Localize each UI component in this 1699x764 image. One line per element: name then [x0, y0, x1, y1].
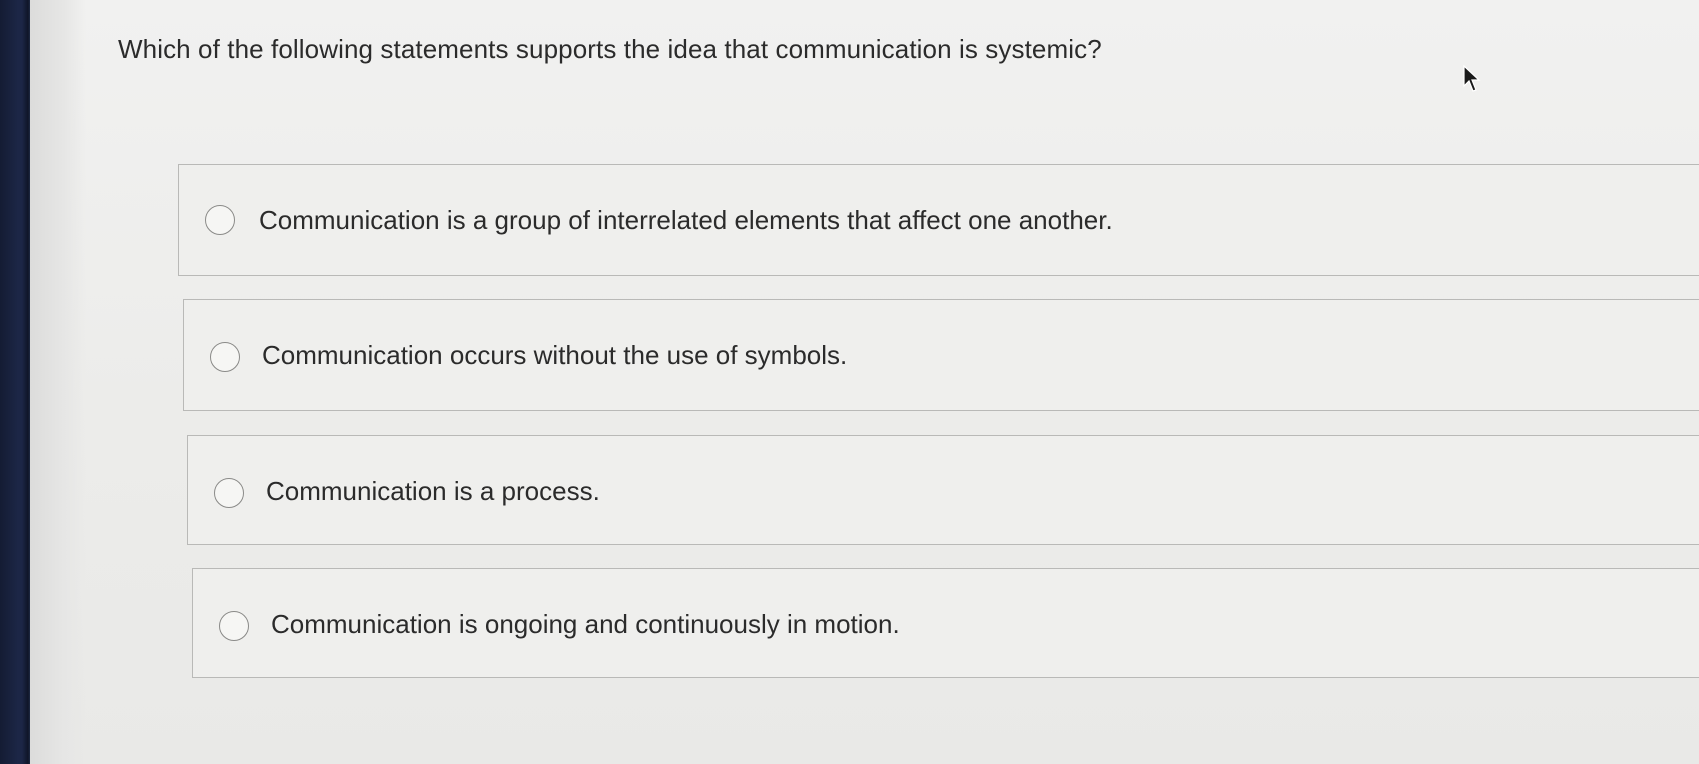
- question-text: Which of the following statements suppor…: [118, 34, 1102, 64]
- answer-option-4[interactable]: Communication is ongoing and continuousl…: [192, 568, 1699, 678]
- screen: Which of the following statements suppor…: [0, 0, 1699, 764]
- answer-option-label: Communication is ongoing and continuousl…: [271, 609, 900, 639]
- radio-button-icon[interactable]: [205, 205, 235, 235]
- radio-button-icon[interactable]: [214, 478, 244, 508]
- answer-option-label: Communication occurs without the use of …: [262, 340, 848, 370]
- answer-option-2[interactable]: Communication occurs without the use of …: [183, 299, 1699, 411]
- answer-option-label: Communication is a group of interrelated…: [259, 205, 1113, 235]
- quiz-page: Which of the following statements suppor…: [30, 0, 1699, 764]
- answer-option-1[interactable]: Communication is a group of interrelated…: [178, 164, 1699, 276]
- answer-option-3[interactable]: Communication is a process.: [187, 435, 1699, 545]
- radio-button-icon[interactable]: [210, 342, 240, 372]
- radio-button-icon[interactable]: [219, 611, 249, 641]
- answer-option-label: Communication is a process.: [266, 476, 600, 506]
